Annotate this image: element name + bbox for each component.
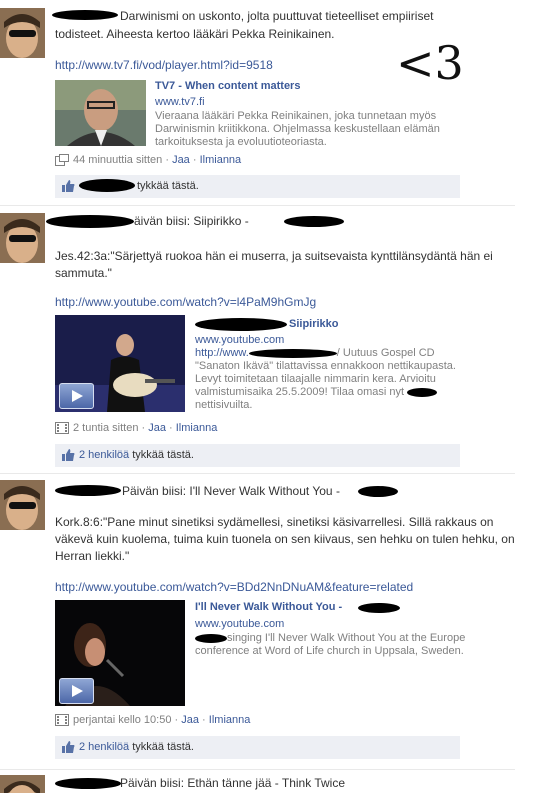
card-title[interactable]: TV7 - When content matters — [155, 80, 300, 92]
redacted-name — [55, 485, 121, 496]
card-title[interactable]: I'll Never Walk Without You - — [195, 601, 342, 613]
card-desc-link[interactable]: http://www. — [195, 347, 249, 359]
video-thumbnail[interactable] — [55, 315, 185, 412]
redacted-name — [407, 387, 438, 397]
likes-count-link[interactable]: 2 henkilöä — [79, 449, 129, 461]
post-text: Päivän biisi: I'll Never Walk Without Yo… — [122, 484, 340, 498]
card-desc-text: singing I'll Never Walk Without You at t… — [195, 632, 466, 657]
video-thumbnail[interactable] — [55, 600, 185, 706]
post-separator — [0, 473, 515, 474]
redacted-name — [358, 603, 400, 613]
heart-annotation: <3 — [396, 36, 464, 90]
report-link[interactable]: Ilmianna — [209, 714, 251, 726]
post-text: äivän biisi: Siipirikko - — [134, 214, 249, 228]
like-bar: 2 henkilöä tykkää tästä. — [55, 444, 460, 467]
post-time: 44 minuuttia sitten — [73, 154, 163, 166]
share-link[interactable]: Jaa — [181, 714, 199, 726]
report-link[interactable]: Ilmianna — [176, 422, 218, 434]
bible-quote: Jes.42:3a:"Särjettyä ruokoa hän ei muser… — [55, 249, 493, 280]
card-desc-end: nettisivuilta. — [195, 399, 253, 411]
avatar[interactable] — [0, 8, 45, 58]
card-description: singing I'll Never Walk Without You at t… — [195, 632, 485, 658]
redacted-name — [55, 778, 121, 789]
redacted-name — [195, 633, 227, 643]
avatar[interactable] — [0, 775, 45, 793]
like-thumb-icon — [62, 449, 75, 461]
post-text-continued: todisteet. Aiheesta kertoo lääkäri Pekka… — [55, 27, 335, 41]
redacted-name — [52, 10, 118, 20]
likes-text: tykkää tästä. — [137, 180, 199, 192]
post-separator — [0, 205, 515, 206]
likes-text: 2 henkilöä tykkää tästä. — [79, 741, 194, 753]
post-2: äivän biisi: Siipirikko - Jes.42:3a:"Sär… — [0, 208, 549, 474]
card-thumbnail[interactable] — [55, 80, 146, 146]
redacted-name — [195, 318, 287, 331]
bible-quote: Kork.8:6:"Pane minut sinetiksi sydämelle… — [55, 515, 515, 563]
redacted-name — [79, 179, 135, 192]
share-link[interactable]: Jaa — [172, 154, 190, 166]
post-link[interactable]: http://www.youtube.com/watch?v=BDd2NnDNu… — [55, 580, 413, 594]
post-meta: 44 minuuttia sitten · Jaa · Ilmianna — [55, 154, 242, 167]
post-text: Darwinismi on uskonto, jolta puuttuvat t… — [120, 9, 434, 23]
like-thumb-icon — [62, 741, 75, 753]
like-thumb-icon — [62, 180, 75, 192]
post-separator — [0, 769, 515, 770]
share-link[interactable]: Jaa — [148, 422, 166, 434]
post-3: Päivän biisi: I'll Never Walk Without Yo… — [0, 476, 549, 770]
likes-count-link[interactable]: 2 henkilöä — [79, 741, 129, 753]
post-link[interactable]: http://www.youtube.com/watch?v=l4PaM9hGm… — [55, 295, 316, 309]
avatar[interactable] — [0, 480, 45, 530]
post-time: perjantai kello 10:50 — [73, 714, 172, 726]
post-1: Darwinismi on uskonto, jolta puuttuvat t… — [0, 0, 549, 206]
post-link[interactable]: http://www.tv7.fi/vod/player.html?id=951… — [55, 58, 273, 72]
likes-suffix: tykkää tästä. — [132, 741, 194, 753]
likes-suffix: tykkää tästä. — [132, 449, 194, 461]
avatar[interactable] — [0, 213, 45, 263]
card-description: Vieraana lääkäri Pekka Reinikainen, joka… — [155, 110, 440, 148]
likes-text: 2 henkilöä tykkää tästä. — [79, 449, 194, 461]
card-domain[interactable]: www.tv7.fi — [155, 96, 205, 108]
redacted-name — [358, 486, 398, 497]
post-time: 2 tuntia sitten — [73, 422, 139, 434]
card-title[interactable]: Siipirikko — [289, 318, 339, 330]
redacted-name — [46, 215, 134, 228]
redacted-name — [248, 348, 337, 358]
report-link[interactable]: Ilmianna — [200, 154, 242, 166]
post-meta: 2 tuntia sitten · Jaa · Ilmianna — [55, 422, 218, 435]
post-meta: perjantai kello 10:50 · Jaa · Ilmianna — [55, 714, 251, 727]
card-domain[interactable]: www.youtube.com — [195, 618, 284, 630]
redacted-name — [284, 216, 344, 227]
like-bar: 2 henkilöä tykkää tästä. — [55, 736, 460, 759]
card-description: http://www. / Uutuus Gospel CD "Sanaton I… — [195, 347, 480, 412]
like-bar: tykkää tästä. — [55, 175, 460, 198]
play-icon[interactable] — [59, 383, 94, 409]
post-text: Päivän biisi: Ethän tänne jää - Think Tw… — [120, 776, 346, 790]
card-domain[interactable]: www.youtube.com — [195, 334, 284, 346]
video-film-icon — [55, 714, 69, 727]
video-film-icon — [55, 422, 69, 435]
play-icon[interactable] — [59, 678, 94, 704]
shared-link-icon — [55, 154, 69, 167]
post-4: Päivän biisi: Ethän tänne jää - Think Tw… — [0, 772, 549, 793]
